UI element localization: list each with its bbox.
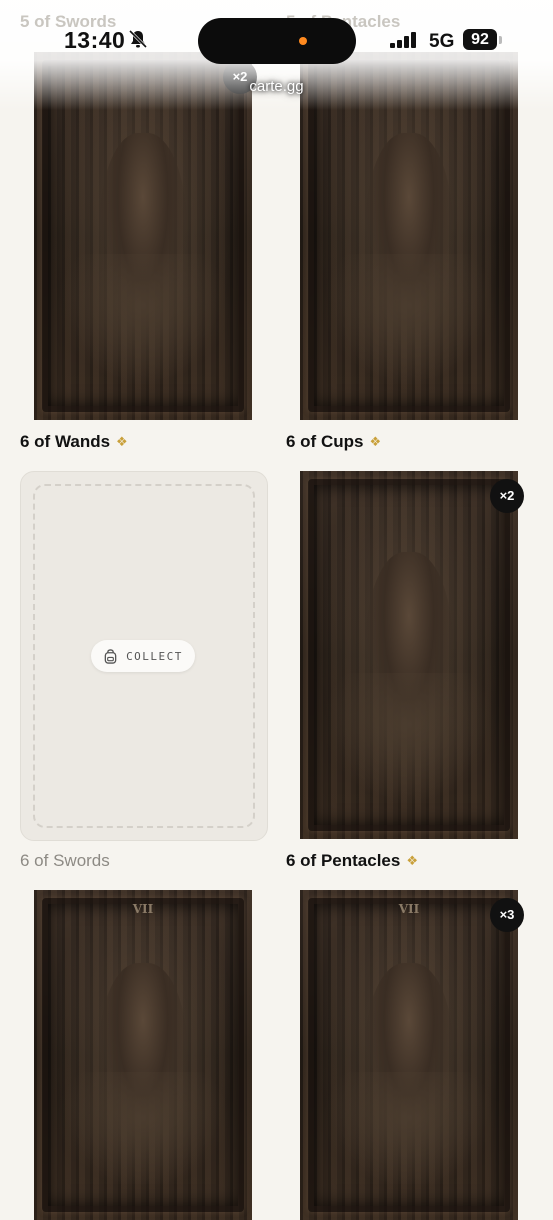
card-title-6-of-pentacles[interactable]: 6 of Pentacles ❖ (286, 851, 418, 871)
collect-label: COLLECT (126, 649, 183, 663)
rarity-diamond-icon: ❖ (406, 853, 418, 868)
card-name: 6 of Pentacles (286, 851, 401, 870)
bell-muted-icon (128, 29, 148, 49)
status-time: 13:40 (64, 27, 126, 53)
count-badge: ×3 (490, 898, 524, 932)
network-label: 5G (429, 31, 455, 52)
backpack-icon (104, 648, 117, 664)
card-image-7-of-wands[interactable]: VII (34, 890, 252, 1220)
card-name: 6 of Wands (20, 432, 111, 451)
card-numeral: VII (398, 902, 420, 916)
recording-dot-icon (299, 37, 307, 45)
count-badge: ×2 (490, 479, 524, 513)
card-image-7-of-cups[interactable]: VII (300, 890, 518, 1220)
card-name: 6 of Cups (286, 432, 364, 451)
collect-button[interactable]: COLLECT (91, 640, 195, 672)
card-title-6-of-swords[interactable]: 6 of Swords (20, 851, 110, 871)
url-label[interactable]: carte.gg (0, 78, 553, 95)
signal-icon (390, 32, 416, 48)
battery-icon: 92 (463, 29, 497, 50)
card-title-6-of-cups[interactable]: 6 of Cups ❖ (286, 432, 381, 452)
dynamic-island (198, 18, 356, 64)
card-title-6-of-wands[interactable]: 6 of Wands ❖ (20, 432, 128, 452)
rarity-diamond-icon: ❖ (116, 434, 128, 449)
card-numeral: VII (132, 902, 154, 916)
battery-nub (499, 36, 502, 44)
rarity-diamond-icon: ❖ (369, 434, 382, 449)
card-image-6-of-pentacles[interactable] (300, 471, 518, 839)
